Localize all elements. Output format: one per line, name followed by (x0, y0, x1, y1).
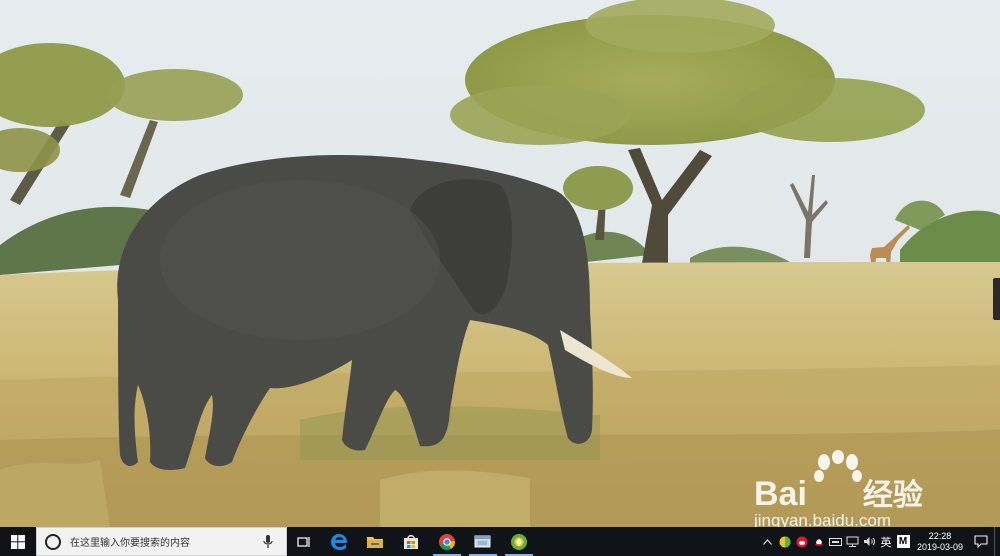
desktop-wallpaper: Bai 经验 jingyan.baidu.com (0, 0, 1000, 527)
taskbar-app-store[interactable] (393, 527, 429, 556)
taskbar: 在这里输入你要搜索的内容 英 M 22:28 2019-03-09 (0, 527, 1000, 556)
taskbar-clock[interactable]: 22:28 2019-03-09 (912, 527, 968, 556)
store-icon (404, 534, 418, 549)
ime-indicator[interactable]: 英 (878, 527, 894, 556)
action-center-button[interactable] (968, 527, 994, 556)
baidu-watermark: Bai 经验 jingyan.baidu.com (754, 450, 944, 527)
taskbar-app-green[interactable] (501, 527, 537, 556)
ime-mode-label: M (896, 535, 910, 548)
notification-icon (974, 535, 988, 548)
ime-mode-button[interactable]: M (894, 527, 912, 556)
tray-app-green[interactable] (776, 527, 793, 556)
microphone-icon[interactable] (258, 532, 278, 552)
green-yellow-circle-icon (779, 536, 790, 547)
tray-app-device[interactable] (827, 527, 844, 556)
clock-date: 2019-03-09 (916, 541, 964, 552)
qq-penguin-icon (814, 536, 823, 546)
taskbar-app-file-explorer[interactable] (357, 527, 393, 556)
edge-scroll-handle[interactable] (993, 278, 1000, 320)
taskbar-search-box[interactable]: 在这里输入你要搜索的内容 (36, 527, 287, 556)
weibo-icon (796, 536, 807, 547)
network-icon (846, 536, 859, 547)
watermark-url: jingyan.baidu.com (754, 511, 892, 527)
taskbar-app-window[interactable] (465, 527, 501, 556)
chevron-up-icon (763, 538, 772, 545)
taskbar-app-edge[interactable] (321, 527, 357, 556)
task-view-icon (297, 536, 310, 547)
search-placeholder: 在这里输入你要搜索的内容 (70, 538, 190, 549)
wallpaper-image (0, 0, 1000, 527)
watermark-brand-suffix: 经验 (862, 479, 923, 512)
tray-app-weibo[interactable] (793, 527, 810, 556)
chrome-icon (439, 533, 455, 550)
network-button[interactable] (844, 527, 861, 556)
show-desktop-button[interactable] (994, 527, 1000, 556)
cortana-circle-icon (45, 533, 61, 550)
show-hidden-icons-button[interactable] (759, 527, 776, 556)
windows-logo-icon (11, 534, 25, 549)
watermark-brand: Bai 经验 (754, 470, 923, 514)
edge-icon (331, 533, 348, 550)
taskbar-app-chrome[interactable] (429, 527, 465, 556)
system-tray: 英 M 22:28 2019-03-09 (759, 527, 1000, 556)
volume-button[interactable] (861, 527, 878, 556)
task-view-button[interactable] (287, 527, 321, 556)
clock-time: 22:28 (928, 530, 952, 541)
start-button[interactable] (0, 527, 36, 556)
device-icon (829, 537, 842, 546)
tray-app-qq[interactable] (810, 527, 827, 556)
folder-icon (367, 536, 383, 548)
watermark-brand-prefix: Bai (754, 475, 807, 513)
app-window-icon (474, 535, 491, 547)
speaker-icon (864, 537, 875, 546)
green-circle-app-icon (511, 533, 527, 550)
